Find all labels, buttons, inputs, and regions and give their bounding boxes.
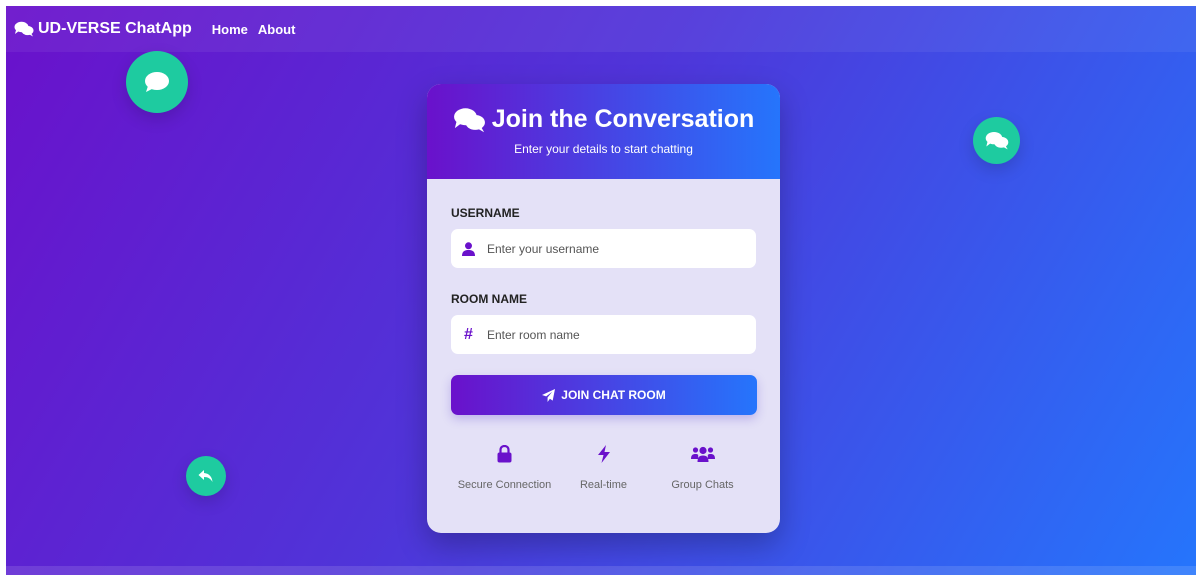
footer-strip [6,566,1196,575]
reply-icon [198,470,213,482]
card-header: Join the Conversation Enter your details… [427,84,780,179]
paper-plane-icon [542,388,556,402]
card-subtitle: Enter your details to start chatting [514,142,693,156]
username-input[interactable] [487,241,727,256]
card-title: Join the Conversation [427,105,780,134]
card-title-text: Join the Conversation [491,105,755,133]
users-icon [690,446,715,462]
app-background: UD-VERSE ChatApp Home About Join the Con… [6,6,1196,575]
comments-icon [985,131,1008,150]
comments-icon [14,21,34,37]
feature-group: Group Chats [653,445,752,493]
room-input-box[interactable]: # [451,315,756,354]
feature-group-label: Group Chats [671,479,734,491]
join-chat-room-button[interactable]: JOIN CHAT ROOM [451,375,757,415]
brand-name: UD-VERSE ChatApp [38,20,192,37]
username-input-box[interactable] [451,229,756,268]
bolt-icon [597,445,610,463]
username-label: USERNAME [451,206,520,220]
join-button-label: JOIN CHAT ROOM [561,388,666,402]
feature-secure: Secure Connection [455,445,554,493]
hashtag-icon: # [464,325,473,343]
room-name-input[interactable] [487,327,727,342]
feature-realtime: Real-time [554,445,653,493]
features-row: Secure Connection Real-time Group Chats [451,445,756,493]
nav-about-link[interactable]: About [258,22,296,37]
navbar: UD-VERSE ChatApp Home About [6,6,1196,52]
brand-link[interactable]: UD-VERSE ChatApp [14,20,192,38]
floating-bubble-comments [973,117,1020,164]
comment-icon [145,72,169,92]
feature-secure-label: Secure Connection [457,479,552,491]
user-icon [462,241,475,256]
join-card: Join the Conversation Enter your details… [427,84,780,533]
lock-icon [497,445,512,463]
nav-home-link[interactable]: Home [212,22,248,37]
comments-icon [453,107,485,132]
floating-bubble-comment [126,51,188,113]
floating-bubble-reply [186,456,226,496]
room-name-label: ROOM NAME [451,292,527,306]
join-form: USERNAME ROOM NAME # JOIN CHAT ROOM [427,179,780,493]
feature-realtime-label: Real-time [579,479,628,491]
